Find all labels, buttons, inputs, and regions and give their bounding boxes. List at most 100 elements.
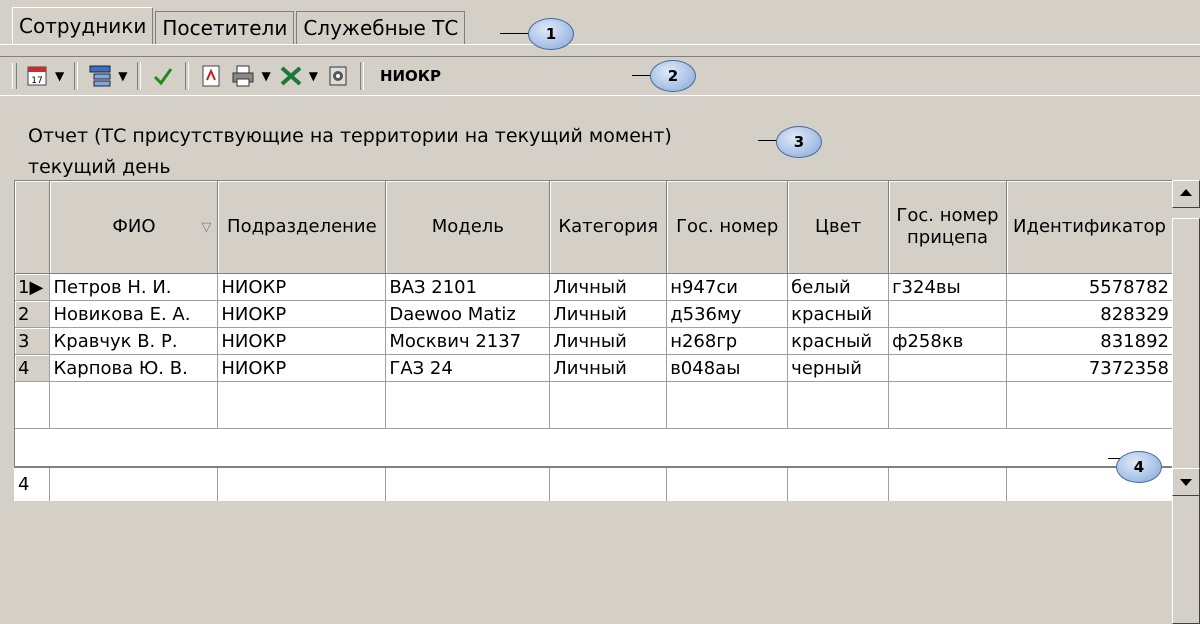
cell-category[interactable]: Личный xyxy=(549,273,668,301)
tab-employees[interactable]: Сотрудники xyxy=(12,7,154,44)
cell-department[interactable]: НИОКР xyxy=(217,354,387,382)
row-indicator[interactable]: 2 xyxy=(15,300,51,328)
column-header-fio[interactable]: ФИО ▽ xyxy=(49,181,219,274)
cell-identifier[interactable]: 831892 xyxy=(1006,327,1173,355)
export-excel-button[interactable]: ▼ xyxy=(275,61,322,91)
export-pdf-button[interactable] xyxy=(195,61,227,91)
cell-department[interactable]: НИОКР xyxy=(217,327,387,355)
empty-cell xyxy=(787,381,890,429)
callout-3: 3 xyxy=(776,126,822,158)
cell-fio[interactable]: Новикова Е. А. xyxy=(49,300,219,328)
column-header-department[interactable]: Подразделение xyxy=(217,181,387,274)
callout-2: 2 xyxy=(650,60,696,92)
cell-identifier[interactable]: 828329 xyxy=(1006,300,1173,328)
cell-trailer-plate[interactable] xyxy=(888,300,1007,328)
cell-identifier[interactable]: 7372358 xyxy=(1006,354,1173,382)
column-header-trailer-plate[interactable]: Гос. номер прицепа xyxy=(888,181,1007,274)
cell-category[interactable]: Личный xyxy=(549,327,668,355)
empty-cell xyxy=(666,381,789,429)
chevron-down-icon[interactable]: ▼ xyxy=(261,69,270,83)
settings-button[interactable] xyxy=(322,61,354,91)
cell-color[interactable]: черный xyxy=(787,354,890,382)
apply-button[interactable] xyxy=(147,61,179,91)
row-indicator[interactable]: 4 xyxy=(15,354,51,382)
empty-cell xyxy=(385,381,551,429)
empty-cell xyxy=(888,381,1007,429)
toolbar-separator xyxy=(185,62,190,90)
report-title: Отчет (ТС присутствующие на территории н… xyxy=(28,125,672,147)
cell-model[interactable]: ГАЗ 24 xyxy=(385,354,551,382)
vertical-scrollbar[interactable] xyxy=(1172,180,1200,624)
cell-model[interactable]: Daewoo Matiz xyxy=(385,300,551,328)
chevron-down-icon[interactable]: ▼ xyxy=(118,69,127,83)
column-header-color[interactable]: Цвет xyxy=(787,181,890,274)
tab-divider xyxy=(0,44,1200,45)
table-row[interactable]: 2 Новикова Е. А. НИОКР Daewoo Matiz Личн… xyxy=(15,300,1173,328)
callout-4: 4 xyxy=(1116,451,1162,483)
table-row[interactable]: 4 Карпова Ю. В. НИОКР ГАЗ 24 Личный в048… xyxy=(15,354,1173,382)
footer-divider xyxy=(787,468,788,501)
toolbar: 17 ▼ ▼ ▼ ▼ НИОКР xyxy=(0,56,1200,96)
cell-department[interactable]: НИОКР xyxy=(217,273,387,301)
cell-identifier[interactable]: 5578782 xyxy=(1006,273,1173,301)
arrow-up-icon xyxy=(1180,189,1192,196)
cell-fio[interactable]: Петров Н. И. xyxy=(49,273,219,301)
cell-plate[interactable]: в048аы xyxy=(666,354,789,382)
table-row[interactable]: 1▶ Петров Н. И. НИОКР ВАЗ 2101 Личный н9… xyxy=(15,273,1173,301)
cell-color[interactable]: красный xyxy=(787,300,890,328)
scroll-down-button[interactable] xyxy=(1172,468,1200,496)
table-row[interactable]: 3 Кравчук В. Р. НИОКР Москвич 2137 Личны… xyxy=(15,327,1173,355)
tab-visitors[interactable]: Посетители xyxy=(155,11,295,44)
cell-fio[interactable]: Кравчук В. Р. xyxy=(49,327,219,355)
cell-plate[interactable]: н947си xyxy=(666,273,789,301)
cell-category[interactable]: Личный xyxy=(549,300,668,328)
toolbar-separator xyxy=(74,62,79,90)
footer-divider xyxy=(888,468,889,501)
cell-color[interactable]: белый xyxy=(787,273,890,301)
cell-plate[interactable]: д536му xyxy=(666,300,789,328)
cell-trailer-plate[interactable] xyxy=(888,354,1007,382)
cell-plate[interactable]: н268гр xyxy=(666,327,789,355)
export-pdf-icon xyxy=(199,64,223,88)
cell-fio[interactable]: Карпова Ю. В. xyxy=(49,354,219,382)
row-indicator[interactable]: 1▶ xyxy=(15,273,51,301)
period-button[interactable]: 17 ▼ xyxy=(21,61,68,91)
empty-cell xyxy=(49,381,219,429)
cell-color[interactable]: красный xyxy=(787,327,890,355)
row-indicator-header xyxy=(15,181,51,274)
chevron-down-icon[interactable]: ▼ xyxy=(55,69,64,83)
chevron-down-icon[interactable]: ▼ xyxy=(309,69,318,83)
tab-service-vehicles[interactable]: Служебные ТС xyxy=(296,11,466,44)
cell-department[interactable]: НИОКР xyxy=(217,300,387,328)
footer-divider xyxy=(549,468,550,501)
column-header-identifier[interactable]: Идентификатор xyxy=(1006,181,1173,274)
toolbar-grip[interactable] xyxy=(12,63,17,89)
checkmark-icon xyxy=(151,64,175,88)
footer-divider xyxy=(217,468,218,501)
callout-leader xyxy=(632,75,652,76)
tree-view-icon xyxy=(88,64,112,88)
column-header-category[interactable]: Категория xyxy=(549,181,668,274)
grouping-button[interactable]: ▼ xyxy=(84,61,131,91)
grid-header-row: ФИО ▽ Подразделение Модель Категория Гос.… xyxy=(15,181,1173,274)
print-button[interactable]: ▼ xyxy=(227,61,274,91)
column-header-plate[interactable]: Гос. номер xyxy=(666,181,789,274)
toolbar-separator xyxy=(359,62,364,90)
column-header-model[interactable]: Модель xyxy=(385,181,551,274)
cell-category[interactable]: Личный xyxy=(549,354,668,382)
cell-model[interactable]: Москвич 2137 xyxy=(385,327,551,355)
empty-cell xyxy=(217,381,387,429)
footer-divider xyxy=(385,468,386,501)
scroll-up-button[interactable] xyxy=(1172,180,1200,208)
row-indicator[interactable]: 3 xyxy=(15,327,51,355)
arrow-down-icon xyxy=(1180,479,1192,486)
cell-trailer-plate[interactable]: ф258кв xyxy=(888,327,1007,355)
footer-divider xyxy=(666,468,667,501)
cell-trailer-plate[interactable]: г324вы xyxy=(888,273,1007,301)
cell-model[interactable]: ВАЗ 2101 xyxy=(385,273,551,301)
toolbar-separator xyxy=(137,62,142,90)
excel-icon xyxy=(279,64,303,88)
vehicle-grid: ФИО ▽ Подразделение Модель Категория Гос.… xyxy=(14,180,1173,500)
scroll-thumb[interactable] xyxy=(1172,218,1200,624)
current-row-icon: ▶ xyxy=(29,276,44,298)
